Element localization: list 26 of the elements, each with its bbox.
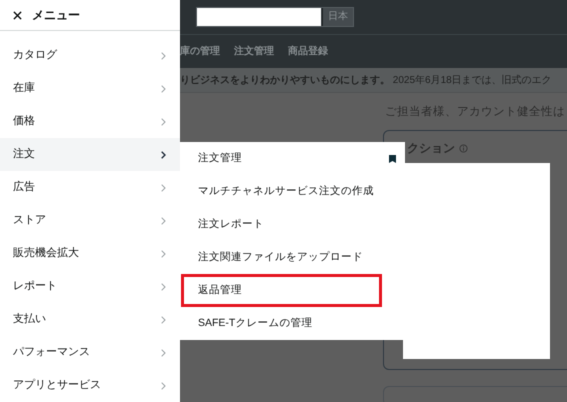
submenu-item[interactable]: 注文管理 — [180, 142, 405, 175]
chevron-icon — [161, 282, 166, 290]
chevron-icon — [161, 52, 166, 60]
menu-item[interactable]: 注文 — [0, 138, 180, 171]
chevron-icon — [161, 250, 166, 258]
chevron-icon — [161, 184, 166, 192]
chevron-icon — [161, 216, 166, 224]
submenu-item[interactable]: 返品管理 — [181, 274, 382, 307]
bookmark-icon[interactable] — [389, 154, 396, 162]
chevron-icon — [161, 382, 166, 390]
submenu-item[interactable]: SAFE-Tクレームの管理 — [180, 307, 405, 340]
nav-link[interactable]: 庫の管理 — [180, 44, 220, 59]
chevron-icon — [161, 316, 166, 324]
chevron-icon — [161, 150, 166, 158]
chevron-icon — [161, 348, 166, 356]
banner-text: りビジネスをよりわかりやすいものにします。 2025年6月18日までは、旧式のエク — [180, 74, 552, 88]
info-icon — [459, 144, 468, 153]
nav-link[interactable]: 注文管理 — [234, 44, 274, 59]
chevron-icon — [161, 84, 166, 92]
submenu-item[interactable]: 注文関連ファイルをアップロード — [180, 241, 405, 274]
chevron-icon — [161, 118, 166, 126]
close-icon[interactable] — [13, 10, 22, 20]
nav-link[interactable]: 商品登録 — [288, 44, 328, 59]
menu-title: メニュー — [32, 7, 80, 24]
submenu-item[interactable]: 注文レポート — [180, 208, 405, 241]
submenu-item[interactable]: マルチチャネルサービス注文の作成 — [180, 175, 405, 208]
